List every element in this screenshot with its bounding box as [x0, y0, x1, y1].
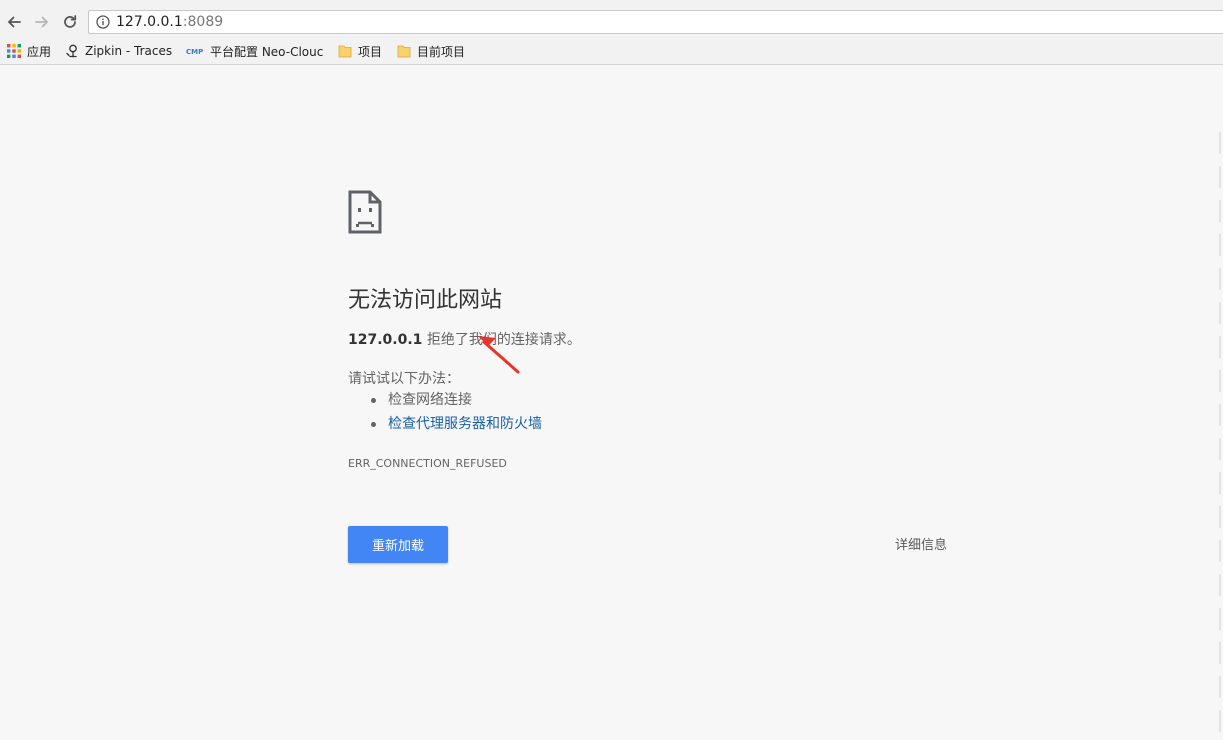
- scrollbar-track[interactable]: [1214, 132, 1223, 740]
- bookmarks-bar: 应用 Zipkin - Traces CMP 平台配置 Neo-Clouc 项目…: [0, 38, 1223, 65]
- reload-button[interactable]: 重新加载: [348, 526, 448, 563]
- bookmark-cmp[interactable]: CMP 平台配置 Neo-Clouc: [186, 38, 326, 64]
- details-button[interactable]: 详细信息: [890, 534, 952, 553]
- suggestion-check-network: 检查网络连接: [348, 388, 542, 412]
- address-bar[interactable]: 127.0.0.1:8089: [88, 10, 1223, 34]
- reload-page-button[interactable]: [57, 10, 83, 34]
- error-description: 127.0.0.1 拒绝了我们的连接请求。: [348, 329, 581, 349]
- refused-host: 127.0.0.1: [348, 332, 423, 348]
- url-port: :8089: [182, 14, 224, 30]
- bookmark-zipkin[interactable]: Zipkin - Traces: [65, 38, 172, 64]
- forward-button[interactable]: [29, 10, 55, 34]
- zipkin-icon: [66, 44, 77, 58]
- bookmark-folder-projects[interactable]: 项目: [338, 38, 382, 64]
- back-button[interactable]: [1, 10, 27, 34]
- error-code: ERR_CONNECTION_REFUSED: [348, 457, 507, 470]
- suggestions-list: 检查网络连接 检查代理服务器和防火墙: [348, 388, 542, 436]
- svg-text:CMP: CMP: [186, 48, 203, 56]
- bookmark-label: 项目: [358, 44, 383, 59]
- refresh-icon: [64, 15, 77, 28]
- error-heading: 无法访问此网站: [348, 288, 503, 313]
- forward-arrow-icon: [35, 16, 49, 28]
- bookmark-label: 目前项目: [417, 44, 466, 59]
- error-page: 无法访问此网站 127.0.0.1 拒绝了我们的连接请求。 请试试以下办法： 检…: [0, 66, 1223, 740]
- cmp-icon: CMP: [186, 48, 203, 56]
- suggestion-check-proxy: 检查代理服务器和防火墙: [348, 412, 542, 436]
- url-host: 127.0.0.1: [116, 14, 183, 30]
- bookmark-label: Zipkin - Traces: [85, 44, 173, 58]
- info-icon[interactable]: [96, 15, 110, 29]
- apps-grid-icon: [7, 44, 21, 58]
- folder-icon: [397, 45, 411, 58]
- sad-page-icon: [348, 190, 382, 234]
- suggestion-text: 检查网络连接: [388, 392, 472, 408]
- browser-toolbar: 127.0.0.1:8089: [0, 6, 1223, 38]
- bookmark-label: 应用: [27, 44, 52, 59]
- back-arrow-icon: [7, 16, 21, 28]
- bookmark-label: 平台配置 Neo-Clouc: [210, 44, 324, 59]
- folder-icon: [338, 45, 352, 58]
- bookmark-apps[interactable]: 应用: [7, 38, 51, 64]
- suggestions-label: 请试试以下办法：: [348, 371, 460, 387]
- annotation-arrow-icon: [478, 336, 520, 374]
- bookmark-folder-current-projects[interactable]: 目前项目: [397, 38, 465, 64]
- check-proxy-link[interactable]: 检查代理服务器和防火墙: [388, 416, 542, 432]
